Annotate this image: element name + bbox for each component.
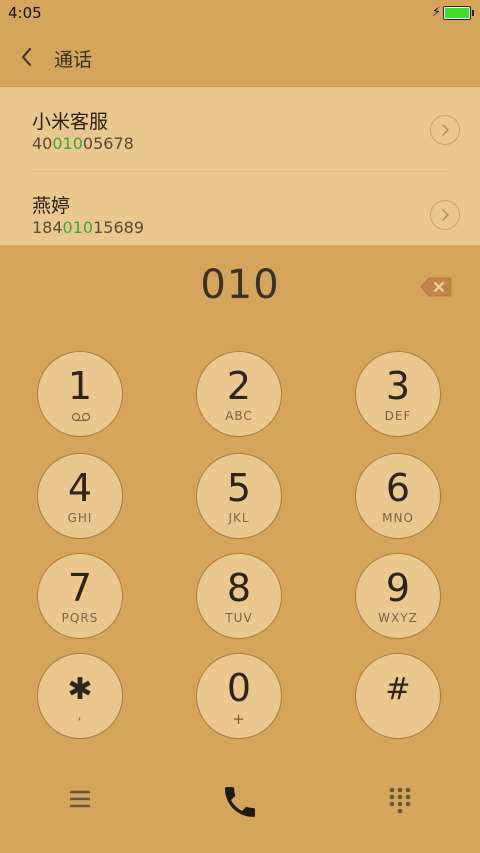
page-title: 通话	[54, 49, 93, 71]
contact-row[interactable]: 小米客服 4001005678	[0, 87, 480, 171]
header-bar: 通话	[0, 28, 480, 86]
contact-results: 小米客服 4001005678 燕婷 18401015689	[0, 86, 480, 245]
status-bar: 4:05 ⚡	[0, 0, 480, 28]
contact-detail-button[interactable]	[430, 200, 460, 230]
key-digit: 4	[67, 466, 93, 510]
key-6[interactable]: 6 MNO	[355, 453, 441, 539]
number-prefix: 184	[32, 218, 63, 237]
key-star[interactable]: ✱ ,	[37, 653, 123, 739]
key-digit: 1	[67, 364, 93, 408]
voicemail-icon	[71, 412, 91, 422]
number-match: 010	[52, 134, 83, 153]
key-letters: TUV	[225, 611, 253, 625]
key-digit: 7	[67, 566, 93, 610]
status-time: 4:05	[8, 4, 42, 22]
menu-icon	[70, 790, 90, 808]
number-prefix: 40	[32, 134, 53, 153]
key-letters: WXYZ	[378, 611, 418, 625]
chevron-left-icon	[22, 48, 31, 66]
battery-fill	[445, 8, 469, 18]
key-5[interactable]: 5 JKL	[196, 453, 282, 539]
back-button[interactable]	[12, 42, 42, 72]
dialpad-icon	[389, 787, 411, 814]
contact-row[interactable]: 燕婷 18401015689	[0, 172, 480, 245]
key-letters: +	[232, 710, 246, 728]
battery-indicator: ⚡	[432, 6, 474, 20]
call-button[interactable]	[220, 782, 260, 822]
key-7[interactable]: 7 PQRS	[37, 553, 123, 639]
key-digit: #	[385, 672, 411, 707]
contact-name: 小米客服	[32, 111, 109, 133]
key-letters: DEF	[384, 409, 412, 423]
dialed-number: 010	[200, 262, 280, 308]
key-8[interactable]: 8 TUV	[196, 553, 282, 639]
key-letters: GHI	[67, 511, 93, 525]
delete-button[interactable]	[420, 276, 452, 298]
key-digit: 0	[226, 666, 252, 710]
key-hash[interactable]: #	[355, 653, 441, 739]
bottom-bar	[0, 770, 480, 853]
contact-name: 燕婷	[32, 195, 71, 217]
key-digit: 3	[385, 364, 411, 408]
key-digit: 2	[226, 364, 252, 408]
key-digit: 8	[226, 566, 252, 610]
chevron-right-circle-icon	[442, 209, 449, 221]
key-letters: ABC	[225, 409, 253, 423]
key-digit: ✱	[67, 672, 93, 707]
key-digit: 6	[385, 466, 411, 510]
key-letters: MNO	[382, 511, 414, 525]
phone-icon	[225, 787, 255, 817]
key-letters: ,	[77, 708, 83, 722]
key-digit: 9	[385, 566, 411, 610]
key-digit: 5	[226, 466, 252, 510]
dialpad-button[interactable]	[387, 786, 413, 816]
chevron-right-circle-icon	[442, 124, 449, 136]
key-4[interactable]: 4 GHI	[37, 453, 123, 539]
contact-number: 4001005678	[32, 134, 134, 153]
backspace-icon	[420, 277, 452, 297]
contact-number: 18401015689	[32, 218, 144, 237]
key-3[interactable]: 3 DEF	[355, 351, 441, 437]
battery-icon	[443, 6, 471, 20]
key-letters: PQRS	[61, 611, 99, 625]
charging-icon: ⚡	[431, 5, 441, 20]
battery-tip	[472, 10, 474, 16]
key-9[interactable]: 9 WXYZ	[355, 553, 441, 639]
contact-detail-button[interactable]	[430, 115, 460, 145]
key-1[interactable]: 1	[37, 351, 123, 437]
number-suffix: 05678	[82, 134, 134, 153]
number-match: 010	[62, 218, 94, 237]
menu-button[interactable]	[68, 788, 92, 810]
key-2[interactable]: 2 ABC	[196, 351, 282, 437]
number-suffix: 15689	[93, 218, 144, 237]
key-0[interactable]: 0 +	[196, 653, 282, 739]
key-letters: JKL	[228, 511, 250, 525]
